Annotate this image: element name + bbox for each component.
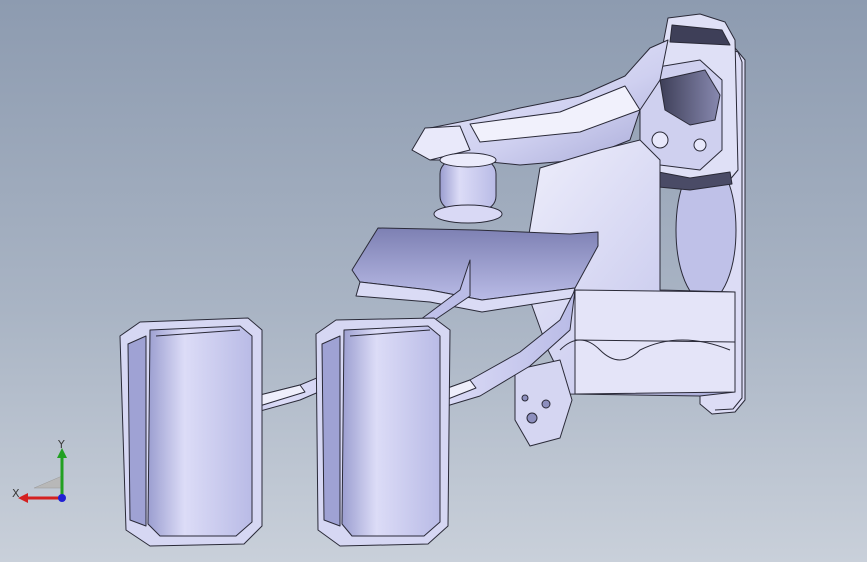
z-axis-point [58,494,66,502]
pivot-pin [433,152,503,224]
fork-top-plate [351,227,599,313]
right-pad [315,317,451,547]
left-pad [119,317,263,547]
coordinate-triad: Y X [12,440,67,503]
x-axis-arrow [18,493,62,503]
3d-model-render[interactable] [0,0,867,562]
y-axis-arrow [57,448,67,498]
x-axis-label: X [12,487,20,500]
y-axis-label: Y [57,440,65,451]
graphics-viewport[interactable]: Y X [0,0,867,562]
